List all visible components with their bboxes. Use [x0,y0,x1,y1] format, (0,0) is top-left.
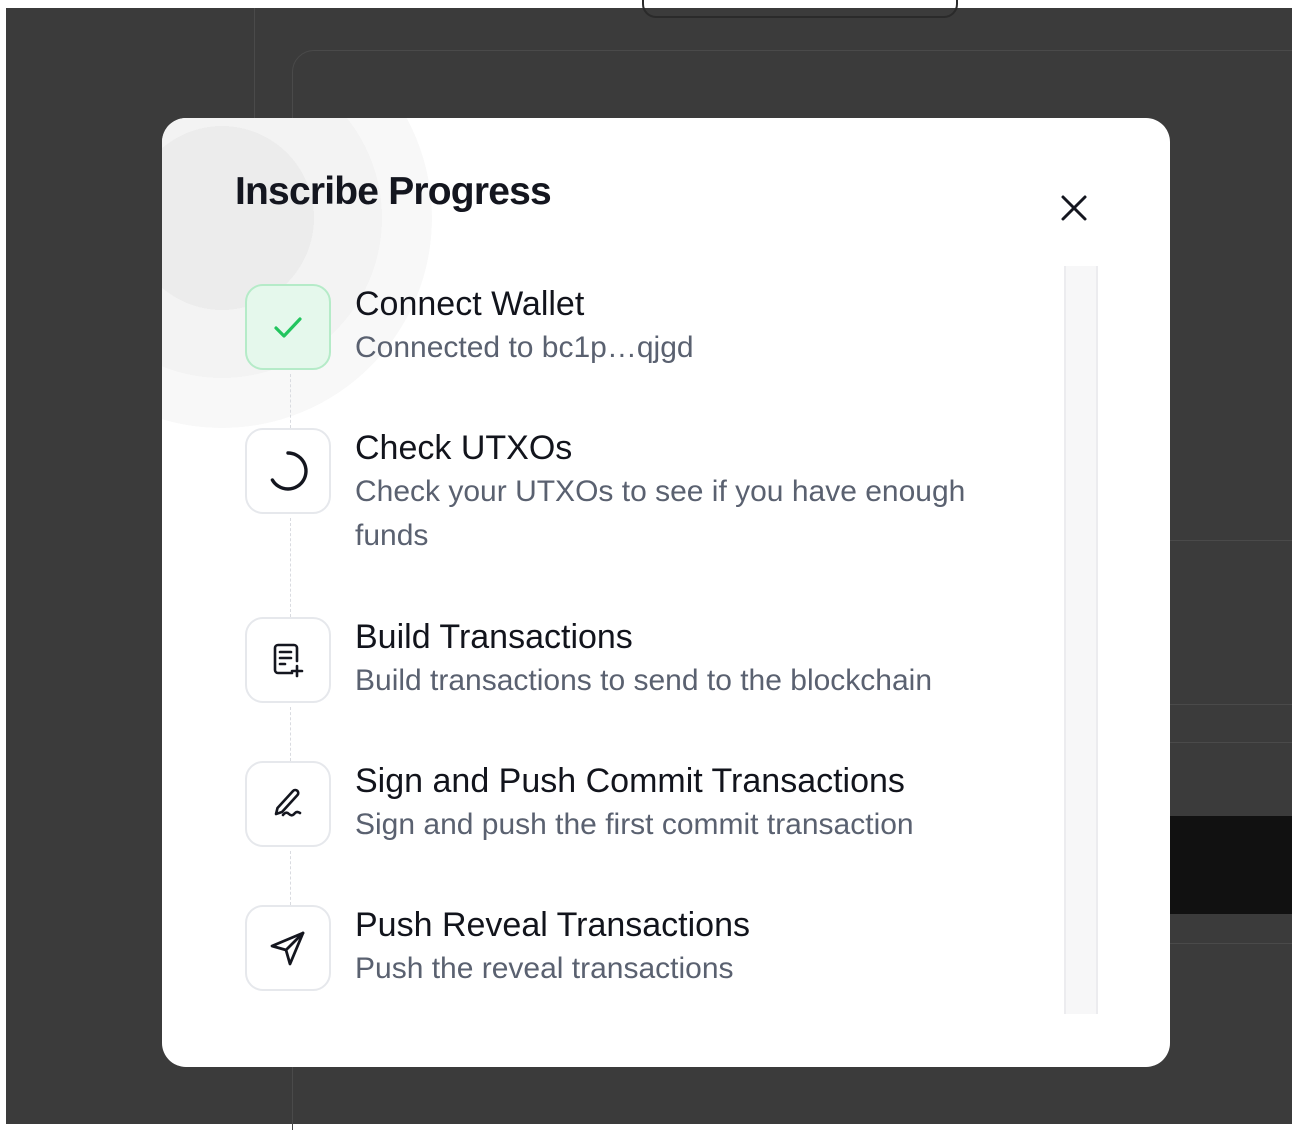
step-text: Sign and Push Commit Transactions Sign a… [355,761,1035,847]
step-connector [290,518,291,617]
background-line [1170,742,1292,743]
close-icon [1061,195,1087,221]
step-text: Check UTXOs Check your UTXOs to see if y… [355,428,1035,558]
step-description: Connected to bc1p…qjgd [355,331,694,364]
step-title: Sign and Push Commit Transactions [355,762,905,800]
step-connector [290,707,291,761]
spinner-icon [270,451,308,491]
step-status-pending [245,761,331,847]
background-line [1170,704,1292,705]
step-text: Push Reveal Transactions Push the reveal… [355,905,1035,991]
step-title: Connect Wallet [355,285,585,323]
step-status-pending [245,617,331,703]
background-pill [642,0,958,18]
background-line [1170,540,1292,541]
step-connector [290,851,291,905]
window-left-edge [0,0,6,1130]
step-description: Push the reveal transactions [355,952,734,985]
step-description: Check your UTXOs to see if you have enou… [355,475,966,552]
document-plus-icon [273,643,304,678]
signature-pen-icon [274,788,302,817]
background-button [1170,816,1292,914]
scrollbar-track[interactable] [1064,266,1098,1014]
send-icon [270,931,305,966]
inscribe-progress-modal: Inscribe Progress Connect Wallet Connect… [162,118,1170,1067]
close-button[interactable] [1052,188,1096,228]
background-divider [254,8,255,118]
step-status-pending [245,905,331,991]
step-connector [290,374,291,428]
step-title: Push Reveal Transactions [355,906,750,944]
step-title: Build Transactions [355,618,633,656]
step-text: Build Transactions Build transactions to… [355,617,1035,703]
step-title: Check UTXOs [355,429,573,467]
check-icon [274,317,302,338]
step-description: Build transactions to send to the blockc… [355,664,933,697]
step-description: Sign and push the first commit transacti… [355,808,914,841]
step-status-complete [245,284,331,370]
step-status-in-progress [245,428,331,514]
background-line [1170,943,1292,944]
step-text: Connect Wallet Connected to bc1p…qjgd [355,284,1035,370]
progress-steps: Connect Wallet Connected to bc1p…qjgd Ch… [162,118,1042,1067]
